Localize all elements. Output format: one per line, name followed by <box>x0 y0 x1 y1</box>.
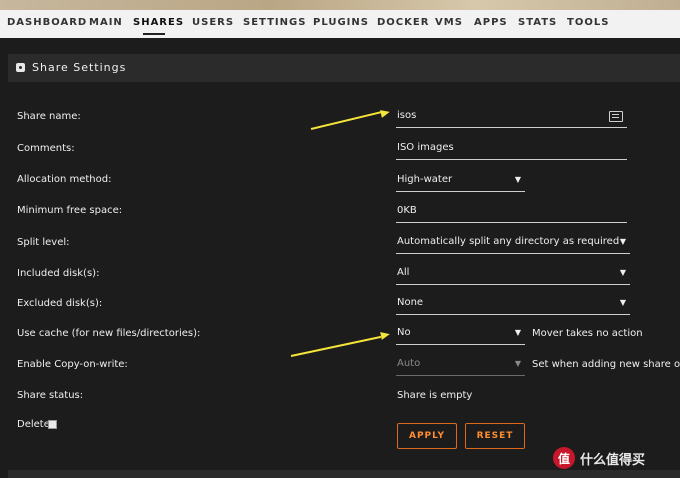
split-level-select[interactable]: Automatically split any directory as req… <box>396 233 630 254</box>
apply-button[interactable]: APPLY <box>397 423 457 449</box>
delete-checkbox[interactable] <box>48 420 57 429</box>
panel-title: Share Settings <box>32 61 127 74</box>
annotation-arrowhead <box>380 108 391 118</box>
watermark-text: 什么值得买 <box>580 453 646 468</box>
top-navigation: DASHBOARD MAIN SHARES USERS SETTINGS PLU… <box>0 10 680 38</box>
excluded-disks-label: Excluded disk(s): <box>17 298 103 309</box>
excluded-disks-select[interactable]: None ▼ <box>396 294 630 315</box>
nav-users[interactable]: USERS <box>192 17 234 28</box>
split-level-label: Split level: <box>17 237 70 248</box>
nav-docker[interactable]: DOCKER <box>377 17 429 28</box>
dropdown-caret-icon: ▼ <box>514 175 521 184</box>
min-free-space-input[interactable]: 0KB <box>396 202 627 223</box>
dropdown-caret-icon: ▼ <box>514 328 521 337</box>
use-cache-note: Mover takes no action <box>532 328 643 339</box>
copy-on-write-label: Enable Copy-on-write: <box>17 359 128 370</box>
comments-input[interactable]: ISO images <box>396 139 627 160</box>
nav-vms[interactable]: VMS <box>435 17 463 28</box>
annotation-arrow-share-name <box>310 111 382 130</box>
header-banner <box>0 0 680 10</box>
comments-label: Comments: <box>17 143 75 154</box>
allocation-method-select[interactable]: High-water ▼ <box>396 171 525 192</box>
nav-stats[interactable]: STATS <box>518 17 557 28</box>
dropdown-caret-icon: ▼ <box>619 298 626 307</box>
share-icon <box>16 63 25 72</box>
nav-shares[interactable]: SHARES <box>133 17 184 28</box>
annotation-arrow-use-cache <box>290 335 382 357</box>
dropdown-caret-icon: ▼ <box>619 268 626 277</box>
nav-dashboard[interactable]: DASHBOARD <box>7 17 87 28</box>
active-tab-indicator <box>143 33 165 35</box>
min-free-space-label: Minimum free space: <box>17 205 123 216</box>
annotation-arrowhead <box>380 330 391 340</box>
site-logo: 值 <box>553 447 575 469</box>
dropdown-caret-icon: ▼ <box>514 359 521 368</box>
use-cache-select[interactable]: No ▼ <box>396 324 525 345</box>
share-settings-header: Share Settings <box>8 54 680 82</box>
share-status-value: Share is empty <box>397 390 473 401</box>
share-name-input[interactable]: isos <box>396 107 627 128</box>
copy-on-write-note: Set when adding new share only. <box>532 359 680 370</box>
nav-main[interactable]: MAIN <box>89 17 123 28</box>
nav-settings[interactable]: SETTINGS <box>243 17 306 28</box>
included-disks-label: Included disk(s): <box>17 268 100 279</box>
copy-on-write-select: Auto ▼ <box>396 355 525 376</box>
next-panel-edge <box>8 470 680 478</box>
share-name-label: Share name: <box>17 111 81 122</box>
dropdown-caret-icon: ▼ <box>619 237 626 246</box>
nav-apps[interactable]: APPS <box>474 17 508 28</box>
reset-button[interactable]: RESET <box>465 423 525 449</box>
delete-label: Delete <box>17 419 50 430</box>
allocation-method-label: Allocation method: <box>17 174 112 185</box>
share-status-label: Share status: <box>17 390 84 401</box>
use-cache-label: Use cache (for new files/directories): <box>17 328 201 339</box>
included-disks-select[interactable]: All ▼ <box>396 264 630 285</box>
nav-tools[interactable]: TOOLS <box>567 17 609 28</box>
id-card-icon[interactable] <box>609 111 623 122</box>
nav-plugins[interactable]: PLUGINS <box>313 17 369 28</box>
